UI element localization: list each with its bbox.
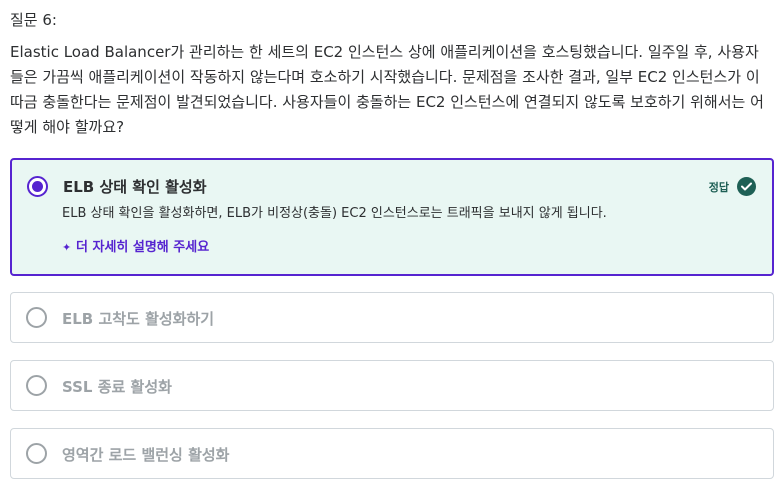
radio-selected-icon[interactable] bbox=[27, 176, 48, 197]
answer-option-label: SSL 종료 활성화 bbox=[62, 378, 172, 396]
sparkle-icon: ✦ bbox=[62, 241, 72, 254]
explain-more-label: 더 자세히 설명해 주세요 bbox=[76, 240, 210, 255]
explain-more-link[interactable]: ✦ 더 자세히 설명해 주세요 bbox=[62, 236, 209, 255]
answer-option-3[interactable]: SSL 종료 활성화 bbox=[10, 360, 774, 411]
question-text: Elastic Load Balancer가 관리하는 한 세트의 EC2 인스… bbox=[10, 43, 764, 136]
radio-icon[interactable] bbox=[26, 307, 47, 328]
correct-badge: 정답 bbox=[709, 177, 756, 196]
answer-option-4[interactable]: 영역간 로드 밸런싱 활성화 bbox=[10, 428, 774, 479]
answer-option-label: ELB 상태 확인 활성화 bbox=[63, 178, 207, 196]
radio-icon[interactable] bbox=[26, 375, 47, 396]
answer-option-label: ELB 고착도 활성화하기 bbox=[62, 310, 215, 328]
correct-badge-label: 정답 bbox=[708, 180, 729, 194]
answer-explanation: ELB 상태 확인을 활성화하면, ELB가 비정상(충돌) EC2 인스턴스로… bbox=[62, 206, 607, 221]
question-number: 질문 6: bbox=[10, 11, 57, 29]
answer-option-label: 영역간 로드 밸런싱 활성화 bbox=[62, 446, 230, 464]
answer-option-2[interactable]: ELB 고착도 활성화하기 bbox=[10, 292, 774, 343]
answer-option-1[interactable]: ELB 상태 확인 활성화 정답 ELB 상태 확인을 활성화하면, ELB가 … bbox=[10, 158, 774, 276]
check-circle-icon bbox=[737, 177, 756, 196]
radio-icon[interactable] bbox=[26, 443, 47, 464]
